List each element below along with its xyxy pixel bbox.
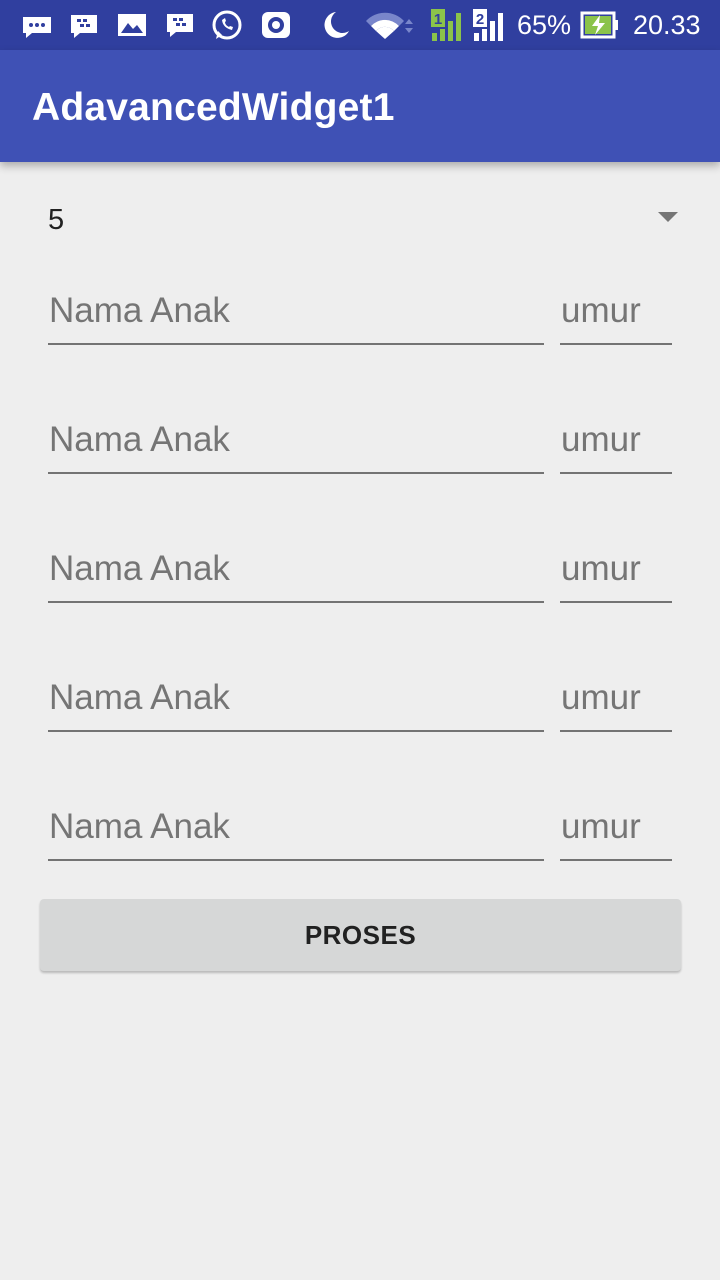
main-content: 5 PROSES	[0, 162, 720, 1280]
signal-sim1-icon: 1	[431, 9, 461, 41]
sim1-number: 1	[434, 11, 442, 28]
child-row	[0, 416, 720, 480]
whatsapp-icon	[212, 10, 242, 40]
message-dots-icon	[23, 17, 51, 38]
signal-sim2-icon: 2	[473, 9, 503, 41]
clock: 20.33	[633, 10, 701, 40]
bbm-icon	[167, 14, 193, 37]
camera-icon	[262, 12, 290, 38]
status-bar: 1 2 65% 20.33	[0, 0, 720, 50]
dropdown-arrow-icon	[658, 212, 678, 222]
wifi-icon	[366, 12, 413, 39]
image-icon	[118, 14, 146, 36]
child-row	[0, 803, 720, 867]
proses-button[interactable]: PROSES	[40, 899, 681, 971]
child-age-input[interactable]	[560, 416, 672, 474]
child-age-input[interactable]	[560, 545, 672, 603]
child-age-input[interactable]	[560, 674, 672, 732]
spinner-selected-value: 5	[48, 204, 65, 236]
child-name-input[interactable]	[48, 416, 544, 474]
child-name-input[interactable]	[48, 545, 544, 603]
child-age-input[interactable]	[560, 287, 672, 345]
child-age-input[interactable]	[560, 803, 672, 861]
child-name-input[interactable]	[48, 803, 544, 861]
app-bar: AdavancedWidget1	[0, 50, 720, 162]
child-row	[0, 674, 720, 738]
sim2-number: 2	[476, 11, 484, 28]
count-spinner[interactable]: 5	[36, 190, 686, 250]
bbm-chat-icon	[71, 15, 97, 38]
battery-percent: 65%	[517, 10, 572, 40]
child-row	[0, 287, 720, 351]
child-row	[0, 545, 720, 609]
battery-charging-icon	[580, 11, 618, 39]
child-name-input[interactable]	[48, 674, 544, 732]
do-not-disturb-moon-icon	[324, 12, 349, 38]
app-title: AdavancedWidget1	[32, 86, 395, 129]
child-name-input[interactable]	[48, 287, 544, 345]
